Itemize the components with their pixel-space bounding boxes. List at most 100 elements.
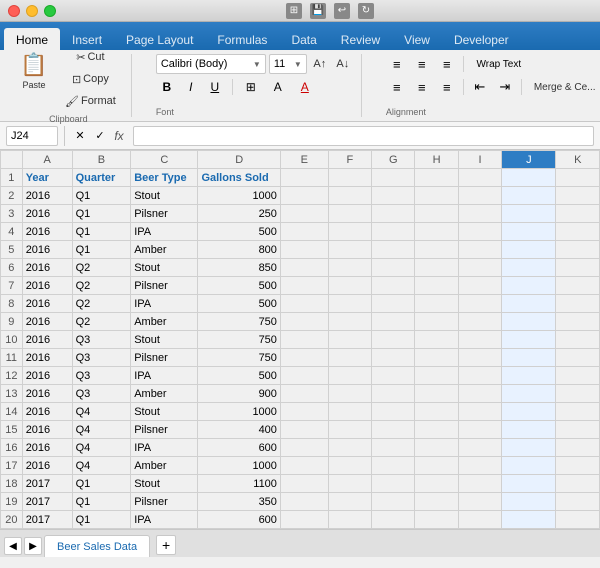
cell-i7[interactable] — [458, 277, 501, 295]
border-button[interactable]: ⊞ — [239, 77, 263, 97]
cell-h9[interactable] — [415, 313, 458, 331]
cell-f1[interactable] — [328, 169, 371, 187]
cell-d3[interactable]: 250 — [198, 205, 280, 223]
font-color-button[interactable]: A — [293, 77, 317, 97]
toolbar-icon-2[interactable]: 💾 — [310, 3, 326, 19]
toolbar-icon-1[interactable]: ⊞ — [286, 3, 302, 19]
col-header-g[interactable]: G — [372, 151, 415, 169]
row-number[interactable]: 12 — [1, 367, 23, 385]
cell-c5[interactable]: Amber — [131, 241, 198, 259]
minimize-button[interactable] — [26, 5, 38, 17]
cell-b6[interactable]: Q2 — [72, 259, 131, 277]
cell-b15[interactable]: Q4 — [72, 421, 131, 439]
cell-c19[interactable]: Pilsner — [131, 493, 198, 511]
cell-f11[interactable] — [328, 349, 371, 367]
cell-c3[interactable]: Pilsner — [131, 205, 198, 223]
cell-k20[interactable] — [556, 511, 600, 529]
tab-view[interactable]: View — [392, 28, 442, 50]
row-number[interactable]: 10 — [1, 331, 23, 349]
cell-e16[interactable] — [280, 439, 328, 457]
cell-h20[interactable] — [415, 511, 458, 529]
cell-f10[interactable] — [328, 331, 371, 349]
cell-j4[interactable] — [502, 223, 556, 241]
cell-b3[interactable]: Q1 — [72, 205, 131, 223]
cell-a17[interactable]: 2016 — [22, 457, 72, 475]
cell-d15[interactable]: 400 — [198, 421, 280, 439]
cell-d17[interactable]: 1000 — [198, 457, 280, 475]
cell-d20[interactable]: 600 — [198, 511, 280, 529]
cell-f19[interactable] — [328, 493, 371, 511]
row-number[interactable]: 11 — [1, 349, 23, 367]
wrap-text-button[interactable]: Wrap Text — [469, 54, 529, 74]
tab-developer[interactable]: Developer — [442, 28, 521, 50]
cell-h8[interactable] — [415, 295, 458, 313]
row-number[interactable]: 3 — [1, 205, 23, 223]
font-size-selector[interactable]: 11 ▼ — [269, 54, 307, 74]
align-right-button[interactable]: ≡ — [436, 77, 458, 97]
cell-d1[interactable]: Gallons Sold — [198, 169, 280, 187]
increase-font-button[interactable]: A↑ — [310, 54, 330, 74]
cell-f16[interactable] — [328, 439, 371, 457]
cell-h7[interactable] — [415, 277, 458, 295]
row-number[interactable]: 15 — [1, 421, 23, 439]
format-button[interactable]: 🖌 Format — [58, 91, 123, 111]
cell-j14[interactable] — [502, 403, 556, 421]
cell-b7[interactable]: Q2 — [72, 277, 131, 295]
cell-b12[interactable]: Q3 — [72, 367, 131, 385]
cell-e11[interactable] — [280, 349, 328, 367]
row-number[interactable]: 18 — [1, 475, 23, 493]
cell-i2[interactable] — [458, 187, 501, 205]
sheet-nav-next[interactable]: ▶ — [24, 537, 42, 555]
cell-k9[interactable] — [556, 313, 600, 331]
cell-i17[interactable] — [458, 457, 501, 475]
cell-e18[interactable] — [280, 475, 328, 493]
cell-d2[interactable]: 1000 — [198, 187, 280, 205]
redo-icon[interactable]: ↻ — [358, 3, 374, 19]
cell-b4[interactable]: Q1 — [72, 223, 131, 241]
cell-e15[interactable] — [280, 421, 328, 439]
cell-c15[interactable]: Pilsner — [131, 421, 198, 439]
cell-a19[interactable]: 2017 — [22, 493, 72, 511]
cell-f20[interactable] — [328, 511, 371, 529]
merge-cells-button[interactable]: Merge & Ce... — [527, 77, 600, 97]
cell-j10[interactable] — [502, 331, 556, 349]
cell-d19[interactable]: 350 — [198, 493, 280, 511]
col-header-j[interactable]: J — [502, 151, 556, 169]
formula-input[interactable] — [133, 126, 594, 146]
cell-b13[interactable]: Q3 — [72, 385, 131, 403]
cell-a12[interactable]: 2016 — [22, 367, 72, 385]
cell-d8[interactable]: 500 — [198, 295, 280, 313]
cell-h17[interactable] — [415, 457, 458, 475]
cell-i15[interactable] — [458, 421, 501, 439]
cell-g7[interactable] — [372, 277, 415, 295]
col-header-b[interactable]: B — [72, 151, 131, 169]
cell-b9[interactable]: Q2 — [72, 313, 131, 331]
cell-c13[interactable]: Amber — [131, 385, 198, 403]
cell-k1[interactable] — [556, 169, 600, 187]
cell-j15[interactable] — [502, 421, 556, 439]
cell-a7[interactable]: 2016 — [22, 277, 72, 295]
cell-b14[interactable]: Q4 — [72, 403, 131, 421]
cell-e6[interactable] — [280, 259, 328, 277]
cell-a3[interactable]: 2016 — [22, 205, 72, 223]
cell-j16[interactable] — [502, 439, 556, 457]
cell-i1[interactable] — [458, 169, 501, 187]
cell-k11[interactable] — [556, 349, 600, 367]
cell-g6[interactable] — [372, 259, 415, 277]
cell-h19[interactable] — [415, 493, 458, 511]
cell-g14[interactable] — [372, 403, 415, 421]
cell-g3[interactable] — [372, 205, 415, 223]
row-number[interactable]: 6 — [1, 259, 23, 277]
cell-j1[interactable] — [502, 169, 556, 187]
cell-c7[interactable]: Pilsner — [131, 277, 198, 295]
cell-a20[interactable]: 2017 — [22, 511, 72, 529]
cell-c6[interactable]: Stout — [131, 259, 198, 277]
cell-k2[interactable] — [556, 187, 600, 205]
paste-button[interactable]: 📋 Paste — [14, 47, 54, 95]
cell-k19[interactable] — [556, 493, 600, 511]
cell-j18[interactable] — [502, 475, 556, 493]
cell-j3[interactable] — [502, 205, 556, 223]
cell-g17[interactable] — [372, 457, 415, 475]
col-header-c[interactable]: C — [131, 151, 198, 169]
cell-i13[interactable] — [458, 385, 501, 403]
